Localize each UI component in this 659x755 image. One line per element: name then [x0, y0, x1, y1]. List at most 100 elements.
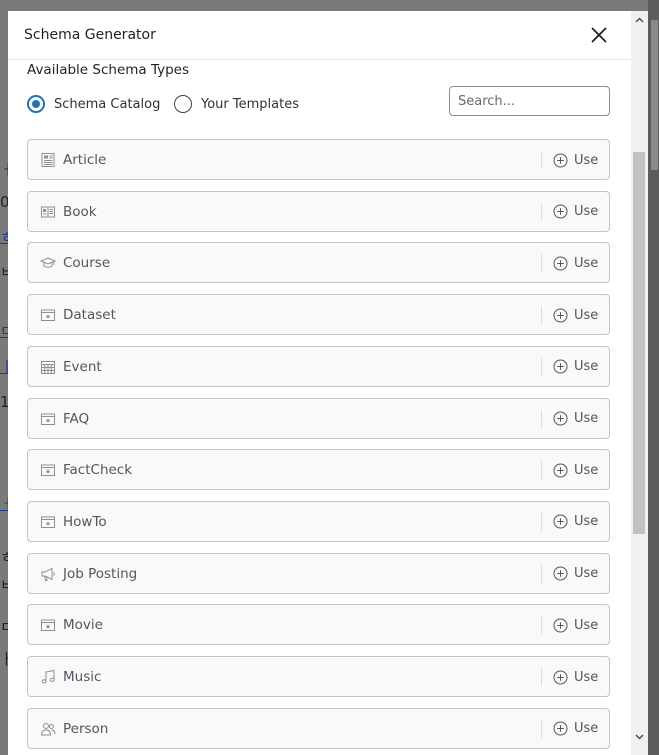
schema-type-label: Book — [63, 203, 97, 220]
schema-type-item[interactable]: Music Use — [27, 656, 610, 697]
schema-type-label: Music — [63, 669, 102, 685]
schema-type-label: FactCheck — [63, 462, 133, 479]
plus-circle-icon — [553, 308, 568, 323]
radio-schema-catalog[interactable]: Schema Catalog — [27, 94, 160, 114]
use-button[interactable]: Use — [553, 150, 598, 170]
use-button[interactable]: Use — [553, 409, 598, 429]
page-scrollbar-thumb[interactable] — [651, 20, 658, 170]
background-text-fragment: ㅂ — [0, 265, 8, 279]
divider — [541, 409, 542, 428]
background-link-fragment: ㅓ — [0, 497, 8, 511]
plus-circle-icon — [553, 204, 568, 219]
use-button[interactable]: Use — [553, 460, 598, 480]
divider — [541, 564, 542, 583]
use-button-label: Use — [574, 411, 599, 426]
use-button-label: Use — [574, 359, 599, 375]
radio-your-templates[interactable]: Your Templates — [174, 94, 299, 114]
schema-type-item[interactable]: Article Use — [27, 139, 610, 180]
chevron-up-icon — [635, 16, 644, 23]
use-button-label: Use — [574, 307, 599, 323]
use-button[interactable]: Use — [553, 202, 598, 222]
schema-type-item[interactable]: Job Posting Use — [27, 552, 610, 594]
use-button[interactable]: Use — [553, 719, 598, 739]
use-button-label: Use — [574, 566, 599, 582]
use-button[interactable]: Use — [553, 667, 598, 687]
schema-type-label: Dataset — [63, 307, 116, 324]
schema-type-label: HowTo — [63, 513, 107, 530]
modal-scrollbar[interactable] — [631, 11, 648, 755]
schema-type-label: Article — [63, 152, 107, 168]
schema-type-label: Movie — [63, 617, 103, 634]
divider — [541, 461, 542, 480]
schema-type-item[interactable]: HowTo Use — [27, 500, 610, 542]
page-scrollbar[interactable] — [648, 0, 659, 755]
schema-type-label: FAQ — [63, 410, 90, 427]
schema-card-icon — [40, 514, 56, 530]
schema-type-item[interactable]: Course Use — [27, 242, 610, 284]
use-button[interactable]: Use — [553, 512, 598, 532]
background-text-fragment: ㅂ — [0, 578, 8, 592]
schema-type-item[interactable]: FAQ Use — [27, 397, 610, 439]
schema-type-label: Job Posting — [63, 565, 138, 582]
close-icon — [591, 27, 607, 43]
calendar-icon — [40, 359, 56, 375]
close-button[interactable] — [588, 24, 610, 46]
use-button[interactable]: Use — [553, 305, 598, 325]
schema-type-item[interactable]: Dataset Use — [27, 294, 610, 336]
schema-card-icon — [40, 307, 56, 323]
schema-type-item[interactable]: Book Use — [27, 190, 610, 232]
book-icon — [40, 204, 56, 220]
background-text-fragment: ㅁ — [0, 620, 8, 634]
scroll-up-arrow[interactable] — [631, 11, 648, 28]
plus-circle-icon — [553, 566, 568, 581]
schema-type-label: Person — [63, 720, 109, 737]
background-link-fragment: ㅎ — [0, 230, 8, 244]
use-button[interactable]: Use — [553, 253, 598, 273]
plus-circle-icon — [553, 618, 568, 633]
schema-type-item[interactable]: Event Use — [27, 345, 610, 387]
use-button-label: Use — [574, 204, 599, 220]
music-note-icon — [40, 669, 56, 685]
radio-button-checked[interactable] — [27, 95, 45, 113]
plus-circle-icon — [553, 670, 568, 684]
background-text-fragment: 0 — [0, 195, 8, 209]
plus-circle-icon — [553, 514, 568, 529]
divider — [541, 202, 542, 221]
use-button[interactable]: Use — [553, 357, 598, 377]
radio-button-unchecked[interactable] — [174, 95, 192, 113]
use-button[interactable]: Use — [553, 564, 598, 584]
plus-circle-icon — [553, 411, 568, 426]
divider — [541, 512, 542, 531]
divider — [541, 357, 542, 376]
modal-title: Schema Generator — [24, 27, 156, 43]
use-button[interactable]: Use — [553, 615, 598, 635]
chevron-down-icon — [635, 733, 644, 740]
divider — [541, 254, 542, 273]
divider — [541, 719, 542, 738]
use-button-label: Use — [574, 514, 599, 530]
use-button-label: Use — [574, 669, 599, 685]
schema-type-item[interactable]: Person Use — [27, 707, 610, 749]
use-button-label: Use — [574, 152, 599, 168]
people-icon — [40, 721, 56, 737]
radio-label: Your Templates — [201, 96, 299, 112]
radio-label: Schema Catalog — [54, 96, 161, 112]
scroll-down-arrow[interactable] — [631, 728, 648, 745]
use-button-label: Use — [574, 255, 599, 271]
schema-card-icon — [40, 617, 56, 633]
plus-circle-icon — [553, 463, 568, 478]
search-input[interactable] — [449, 86, 610, 116]
graduation-cap-icon — [40, 255, 56, 271]
use-button-label: Use — [574, 617, 599, 633]
schema-type-item[interactable]: FactCheck Use — [27, 449, 610, 491]
scrollbar-thumb[interactable] — [633, 152, 645, 534]
plus-circle-icon — [553, 153, 568, 167]
schema-card-icon — [40, 411, 56, 427]
use-button-label: Use — [574, 462, 599, 478]
divider — [541, 668, 542, 686]
schema-type-item[interactable]: Movie Use — [27, 604, 610, 646]
schema-type-label: Event — [63, 358, 102, 375]
divider — [541, 151, 542, 169]
background-text-fragment: ㅓ — [0, 163, 8, 177]
divider — [541, 616, 542, 635]
